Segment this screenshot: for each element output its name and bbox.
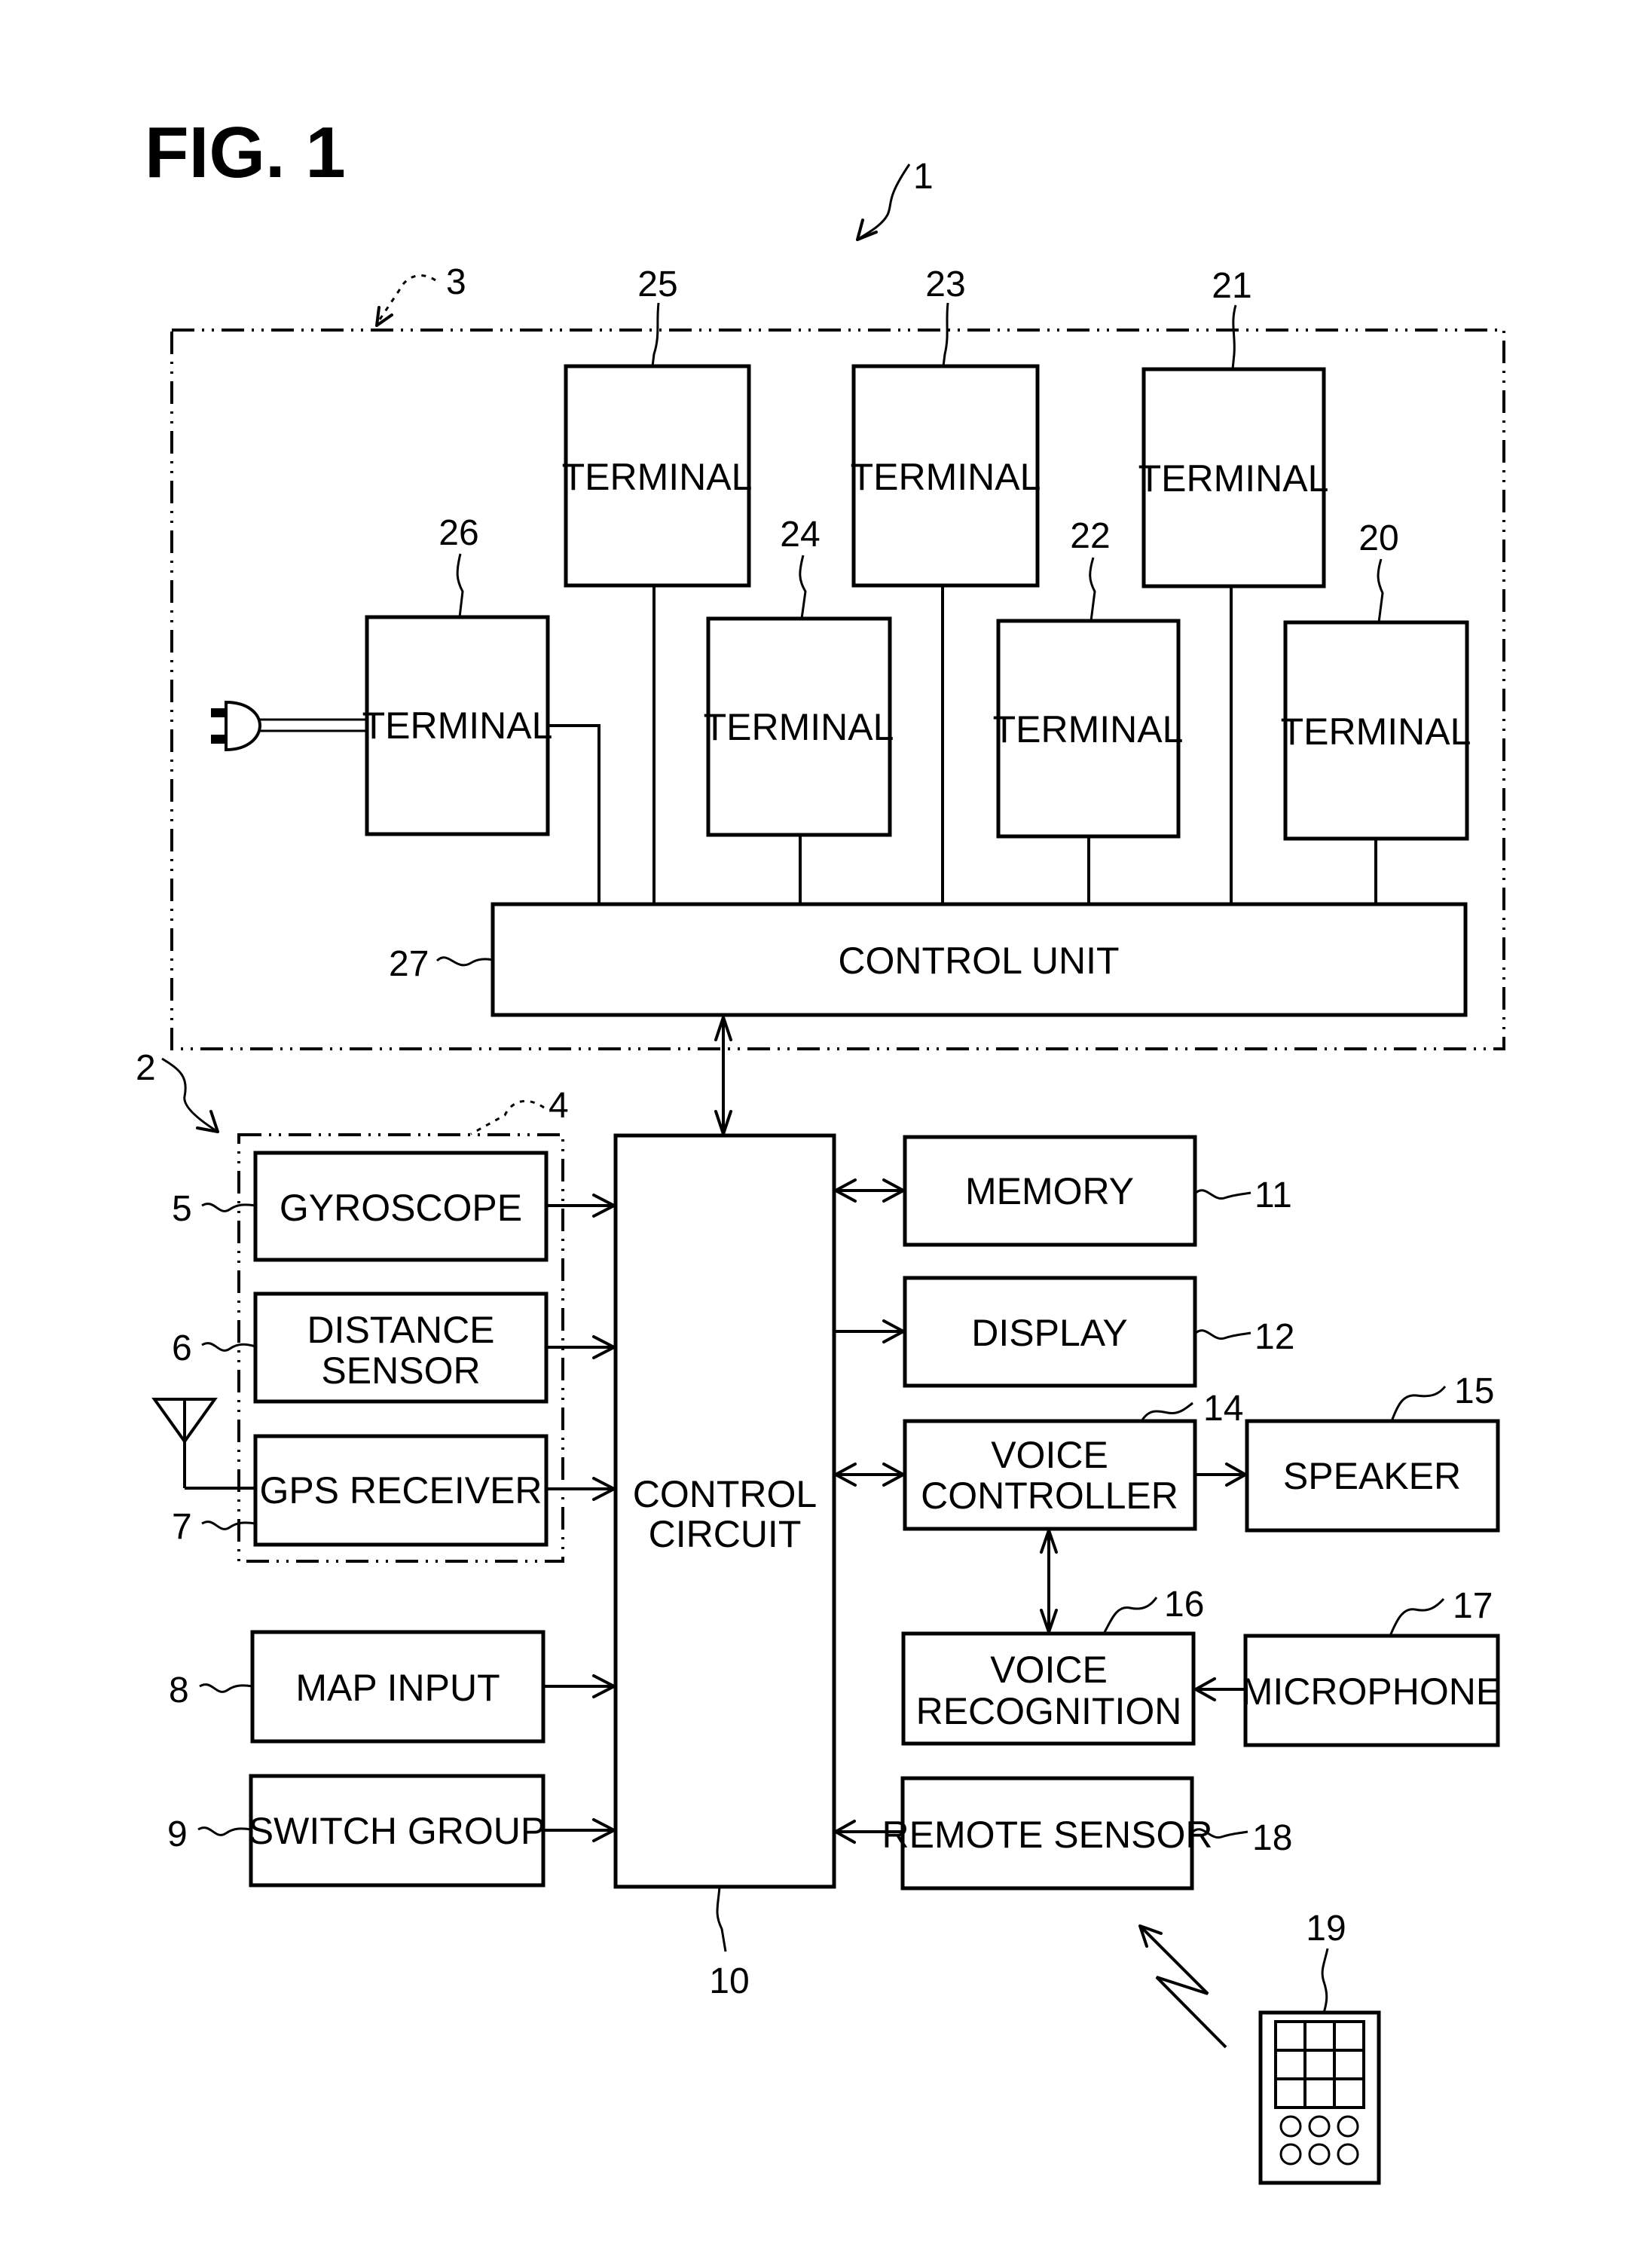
ref-label: 10 [709, 1961, 749, 2001]
voice-recognition-label-2: RECOGNITION [916, 1690, 1182, 1732]
ref-label: 7 [172, 1507, 192, 1547]
ref-label: 9 [167, 1814, 188, 1854]
voice-recognition-label-1: VOICE [990, 1649, 1108, 1691]
control-unit: CONTROL UNIT 27 [389, 902, 1468, 1017]
ref-label: 8 [169, 1670, 189, 1710]
ref-label: 20 [1358, 518, 1398, 558]
ref-label-navigation: 2 [136, 1048, 156, 1088]
control-circuit-label-2: CIRCUIT [649, 1513, 802, 1555]
ref-label-position-group: 4 [549, 1086, 569, 1126]
terminal-label: TERMINAL [993, 708, 1184, 750]
distance-sensor-label-1: DISTANCE [307, 1309, 494, 1351]
remote-sensor-label: REMOTE SENSOR [882, 1814, 1213, 1856]
speaker-label: SPEAKER [1283, 1455, 1461, 1497]
control-circuit-block: CONTROL CIRCUIT 10 [613, 1133, 836, 2001]
ref-label: 12 [1255, 1317, 1294, 1357]
ref-label: 27 [389, 944, 429, 984]
ref-label: 25 [637, 264, 677, 304]
terminal-label: TERMINAL [1281, 711, 1472, 753]
microphone-label: MICROPHONE [1242, 1670, 1501, 1713]
distance-sensor-label-2: SENSOR [321, 1349, 480, 1392]
ref-label: 26 [439, 513, 478, 553]
ref-label: 19 [1306, 1909, 1346, 1949]
switch-group-label: SWITCH GROUP [249, 1810, 546, 1852]
terminal-label: TERMINAL [562, 456, 753, 498]
figure-title: FIG. 1 [145, 112, 346, 193]
ref-label-system: 1 [913, 157, 934, 197]
ref-label: 23 [925, 264, 965, 304]
ref-label: 21 [1212, 266, 1251, 306]
ref-label: 14 [1203, 1389, 1243, 1429]
terminal-label: TERMINAL [362, 705, 553, 747]
control-circuit-label-1: CONTROL [633, 1473, 817, 1515]
gyroscope-label: GYROSCOPE [280, 1187, 522, 1229]
block-diagram: FIG. 1 1 3 TERMINAL 25 TERMINAL 23 TERMI… [0, 0, 1635, 2268]
ref-label: 24 [780, 515, 820, 555]
terminal-label: TERMINAL [851, 456, 1041, 498]
voice-controller-label-1: VOICE [991, 1434, 1108, 1476]
control-unit-label: CONTROL UNIT [838, 940, 1119, 982]
ref-label: 6 [172, 1328, 192, 1368]
ref-label: 11 [1255, 1175, 1292, 1215]
map-input-label: MAP INPUT [295, 1667, 500, 1709]
ref-label: 16 [1164, 1585, 1204, 1625]
ref-label-hub: 3 [446, 262, 466, 302]
ref-label: 18 [1252, 1818, 1292, 1858]
ref-label: 22 [1070, 516, 1110, 556]
terminal-label: TERMINAL [704, 706, 894, 748]
ref-label: 15 [1454, 1371, 1494, 1411]
display-label: DISPLAY [971, 1312, 1128, 1354]
ref-label: 5 [172, 1189, 192, 1229]
gps-receiver-label: GPS RECEIVER [259, 1469, 542, 1511]
memory-label: MEMORY [965, 1170, 1134, 1212]
voice-controller-label-2: CONTROLLER [921, 1475, 1178, 1517]
ref-label: 17 [1453, 1586, 1493, 1626]
terminal-label: TERMINAL [1138, 457, 1329, 500]
